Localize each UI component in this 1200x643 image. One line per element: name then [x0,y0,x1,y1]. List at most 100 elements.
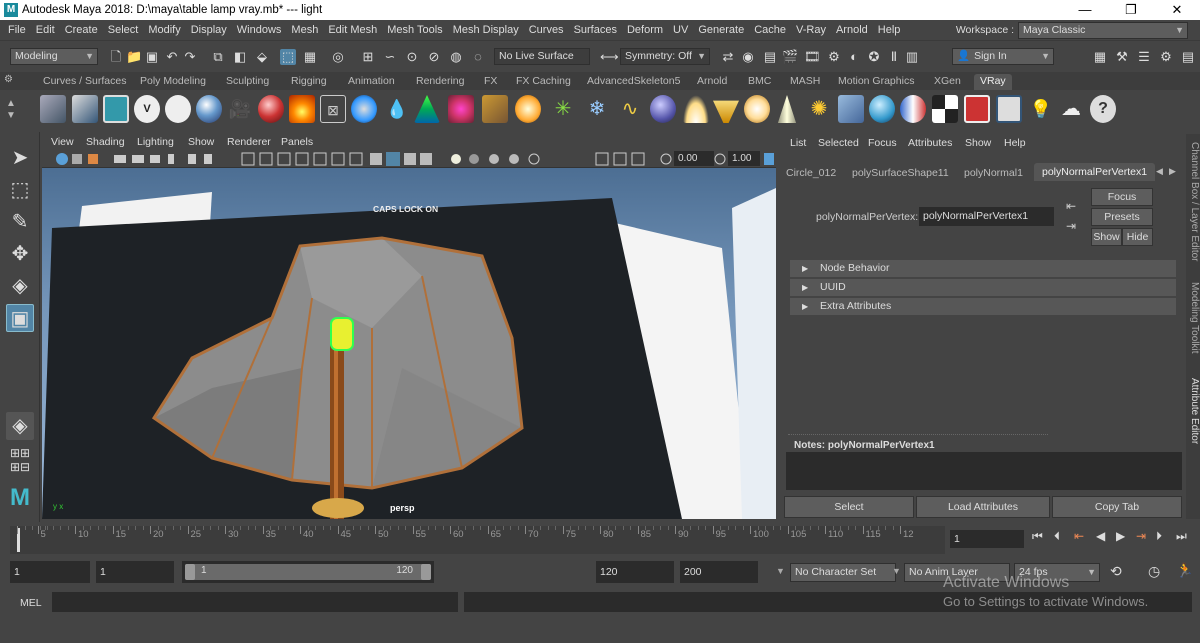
menu-mesh-display[interactable]: Mesh Display [448,24,524,36]
menu-cache[interactable]: Cache [749,24,791,36]
grid-icon[interactable] [241,152,255,166]
vray-ipr-icon[interactable] [165,95,191,123]
side-tab-modeling-toolkit[interactable]: Modeling Toolkit [1186,282,1200,354]
render-view-icon[interactable]: ▤ [762,49,778,65]
live-surface-field[interactable]: No Live Surface [494,48,590,65]
load-attributes-button[interactable]: Load Attributes [916,496,1050,518]
tab-scroll-left-icon[interactable]: ◀ [1156,166,1163,177]
menu-create[interactable]: Create [60,24,103,36]
textured-icon[interactable] [420,153,432,165]
playback-start-field[interactable]: 1 [96,561,174,583]
side-tab-attribute-editor[interactable]: Attribute Editor [1186,378,1200,444]
vray-curve-icon[interactable]: ∿ [617,95,643,123]
vray-omni-light-icon[interactable] [744,95,770,123]
vray-water-icon[interactable]: 💧 [384,95,410,123]
menu-arnold[interactable]: Arnold [831,24,873,36]
vray-mtl-sphere-icon[interactable] [869,95,895,123]
lights-icon[interactable] [451,154,461,164]
shelf-menu-icon[interactable]: ▲ ▼ [6,98,16,122]
safe-title-icon[interactable] [313,152,327,166]
shelf-tab-arnold[interactable]: Arnold [697,74,727,90]
camera-attributes-icon[interactable] [72,154,82,164]
vray-ipr-icon[interactable]: Ⅱ [886,49,902,65]
motion-blur-icon[interactable] [509,154,519,164]
shelf-tab-sculpting[interactable]: Sculpting [226,74,269,90]
vray-light-mtl-icon[interactable] [258,95,284,123]
shelf-tab-rendering[interactable]: Rendering [416,74,464,90]
gate-mask-icon[interactable] [331,152,345,166]
move-tool-icon[interactable]: ✥ [6,240,34,268]
menu-edit-mesh[interactable]: Edit Mesh [323,24,382,36]
safe-action-icon[interactable] [277,152,291,166]
image-plane-icon[interactable] [114,155,126,163]
viewport-menu-panels[interactable]: Panels [281,136,313,148]
menu-windows[interactable]: Windows [232,24,287,36]
symmetry-icon[interactable]: ⟷ [600,49,619,65]
hierarchy-mode-icon[interactable]: ⧉ [210,49,226,65]
menu-display[interactable]: Display [186,24,232,36]
shelf-tab-mash[interactable]: MASH [790,74,820,90]
focus-button[interactable]: Focus [1091,188,1153,206]
antialiasing-icon[interactable] [528,153,540,165]
presets-button[interactable]: Presets [1091,208,1153,226]
undo-icon[interactable]: ↶ [164,49,180,65]
grease-pencil-icon[interactable] [150,155,160,163]
vray-plane-icon[interactable] [838,95,864,123]
symmetry-dropdown[interactable]: Symmetry: Off ▼ [620,48,710,65]
play-forwards-icon[interactable]: ▶ [1116,529,1125,543]
ae-menu-attributes[interactable]: Attributes [908,137,952,149]
play-backwards-icon[interactable]: ◀ [1096,529,1105,543]
ae-menu-selected[interactable]: Selected [818,137,859,149]
vray-frame-buffer-icon[interactable] [103,95,129,123]
maximize-button[interactable]: ❐ [1108,0,1154,20]
step-forward-key-icon[interactable]: ⇥ [1136,529,1146,543]
menu-mesh[interactable]: Mesh [286,24,323,36]
vray-dome-icon[interactable] [515,95,541,123]
section-node-behavior[interactable]: ▶ Node Behavior [790,260,1176,277]
camera-select-icon[interactable] [56,153,68,165]
open-scene-icon[interactable]: 📁 [126,49,142,65]
vray-sun-icon[interactable]: ✺ [806,95,832,123]
shelf-tab-advancedskeleton5[interactable]: AdvancedSkeleton5 [587,74,680,90]
menu-select[interactable]: Select [103,24,144,36]
vray-render-icon[interactable]: ✪ [866,49,882,65]
vray-volume-icon[interactable] [414,95,440,123]
scale-tool-icon[interactable]: ▣ [6,304,34,332]
animation-preferences-icon[interactable]: 🏃 [1176,562,1193,579]
shelf-tab-fx-caching[interactable]: FX Caching [516,74,571,90]
input-output-icon[interactable]: ⇄ [720,49,736,65]
hypershade-icon[interactable]: ◐ [846,49,862,65]
vray-fur-icon[interactable] [448,95,474,123]
render-settings-icon[interactable]: ⚙ [826,49,842,65]
input-connections-icon[interactable]: ⇤ [1066,199,1076,213]
ae-menu-focus[interactable]: Focus [868,137,897,149]
viewport-menu-view[interactable]: View [51,136,74,148]
vray-table-icon[interactable] [996,95,1022,123]
vray-render-elements-icon[interactable] [964,95,990,123]
ae-menu-show[interactable]: Show [965,137,991,149]
render-frame-icon[interactable]: 🎬 [782,49,798,65]
vray-cloud-icon[interactable]: ☁ [1058,95,1084,123]
select-by-component-icon[interactable]: ▦ [302,49,318,65]
menu-surfaces[interactable]: Surfaces [569,24,622,36]
vray-rect-light-icon[interactable] [683,95,709,123]
film-gate-view-icon[interactable] [259,152,273,166]
vray-proxy-icon[interactable]: ⊠ [320,95,346,123]
select-mask-icon[interactable]: ◎ [330,49,346,65]
snap-view-icon[interactable]: ⊘ [426,49,442,65]
go-to-end-icon[interactable]: ⏭ [1176,529,1187,544]
side-tab-channel-box[interactable]: Channel Box / Layer Editor [1186,142,1200,262]
select-tool-icon[interactable]: ➤ [6,144,34,172]
vray-vfb-icon[interactable] [72,95,98,123]
paint-select-tool-icon[interactable]: ✎ [6,208,34,236]
range-slider-handle[interactable]: 1 120 [185,564,431,580]
screen-space-ao-icon[interactable] [489,154,499,164]
ae-menu-help[interactable]: Help [1004,137,1026,149]
ae-tab-polysurfaceshape11[interactable]: polySurfaceShape11 [852,167,949,179]
viewport-menu-renderer[interactable]: Renderer [227,136,271,148]
two-d-pan-zoom-icon[interactable] [132,155,144,163]
snap-curve-icon[interactable]: ∽ [382,49,398,65]
menu-uv[interactable]: UV [668,24,693,36]
vray-snow-icon[interactable]: ❄ [584,95,610,123]
vray-bulb-icon[interactable]: 💡 [1028,95,1054,123]
